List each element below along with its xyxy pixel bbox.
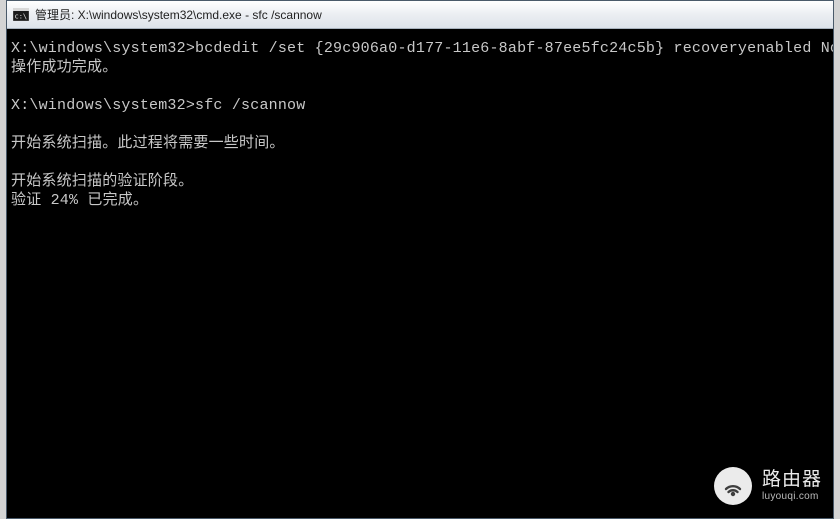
terminal-line: 开始系统扫描的验证阶段。 — [11, 173, 193, 190]
window-titlebar[interactable]: c:\ 管理员: X:\windows\system32\cmd.exe - s… — [7, 1, 833, 29]
terminal-line: 开始系统扫描。此过程将需要一些时间。 — [11, 135, 285, 152]
terminal-line: 操作成功完成。 — [11, 59, 117, 76]
terminal-output[interactable]: X:\windows\system32>bcdedit /set {29c906… — [7, 29, 833, 518]
cmd-icon: c:\ — [13, 8, 29, 22]
terminal-line: X:\windows\system32>bcdedit /set {29c906… — [11, 40, 833, 57]
terminal-line: X:\windows\system32>sfc /scannow — [11, 97, 305, 114]
svg-text:c:\: c:\ — [15, 13, 28, 21]
terminal-line: 验证 24% 已完成。 — [11, 192, 148, 209]
window-title: 管理员: X:\windows\system32\cmd.exe - sfc /… — [35, 6, 322, 23]
cmd-window: c:\ 管理员: X:\windows\system32\cmd.exe - s… — [6, 0, 834, 519]
